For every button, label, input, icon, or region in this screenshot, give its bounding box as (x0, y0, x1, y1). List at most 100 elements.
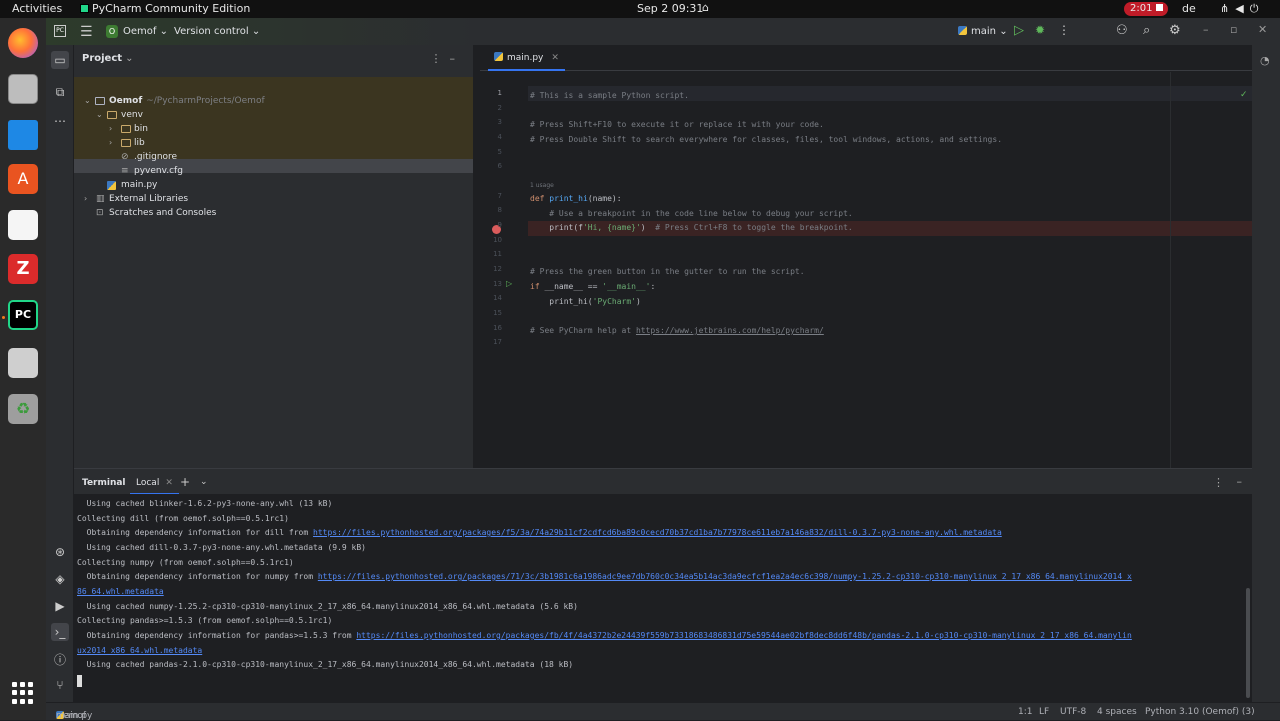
line-number-gutter[interactable]: 1 2 3 4 5 6 7 8 9 10 11 12 13 14 15 16 1… (480, 72, 528, 468)
maximize-window-icon[interactable]: ▫ (1230, 23, 1237, 36)
run-tool-icon[interactable]: ▶ (53, 599, 67, 613)
line-separator[interactable]: LF (1039, 707, 1049, 717)
hide-panel-icon[interactable]: – (450, 52, 464, 65)
more-options-icon[interactable]: ⋮ (431, 52, 450, 65)
terminal-line: Using cached blinker-1.6.2-py3-none-any.… (77, 499, 333, 508)
scratches-icon: ⊡ (96, 208, 104, 218)
files-icon[interactable] (8, 74, 38, 104)
tree-item-root[interactable]: ⌄ Oemof ~/PycharmProjects/Oemof (74, 94, 473, 108)
clock[interactable]: Sep 2 09:31 (637, 2, 703, 15)
tab-main-py[interactable]: main.py ✕ (488, 45, 565, 71)
python-file-icon (494, 52, 503, 61)
code-line: def print_hi(name): (530, 194, 622, 203)
close-tab-icon[interactable]: ✕ (165, 478, 173, 488)
file-encoding[interactable]: UTF-8 (1060, 707, 1086, 717)
dock: A Z PC ♻ (0, 18, 46, 720)
chevron-down-icon[interactable]: ⌄ (200, 477, 208, 487)
disk-icon[interactable] (8, 348, 38, 378)
settings-gear-icon[interactable]: ⚙ (1169, 23, 1181, 38)
debug-icon[interactable]: ✹ (1035, 23, 1045, 37)
run-configuration-selector[interactable]: main ⌄ (958, 26, 1008, 37)
code-token: print_hi (549, 194, 588, 203)
app-menu[interactable]: PyCharm Community Edition (80, 2, 250, 15)
pycharm-icon[interactable]: PC (8, 300, 38, 330)
tree-item-main[interactable]: main.py (74, 178, 473, 192)
tree-item-lib[interactable]: › lib (74, 136, 473, 150)
version-control-widget[interactable]: Version control ⌄ (174, 26, 260, 37)
tree-item-pyvenv[interactable]: ≡ pyvenv.cfg (74, 164, 473, 178)
layers-icon[interactable]: ◈ (53, 572, 67, 586)
libreoffice-writer-icon[interactable] (8, 120, 38, 150)
terminal-scrollbar[interactable] (1246, 588, 1250, 698)
help-link[interactable]: https://www.jetbrains.com/help/pycharm/ (636, 326, 824, 335)
more-actions-icon[interactable]: ⋮ (1058, 23, 1070, 37)
tree-label: lib (134, 138, 145, 148)
document-viewer-icon[interactable] (8, 210, 38, 240)
pycharm-small-icon (80, 4, 89, 13)
caret-position[interactable]: 1:1 (1018, 707, 1032, 717)
project-widget[interactable]: Oemof ⌄ (123, 26, 168, 37)
terminal-link[interactable]: 86_64.whl.metadata (77, 587, 164, 596)
zotero-icon[interactable]: Z (8, 254, 38, 284)
more-tools-icon[interactable]: … (53, 111, 67, 125)
code-editor[interactable]: main.py ✕ ✓ ▷ 1 2 3 4 5 6 7 8 9 10 11 12 … (480, 45, 1280, 468)
terminal-title: Terminal (82, 478, 126, 488)
line-number: 14 (493, 294, 502, 302)
tree-item-external-libraries[interactable]: › ▥ External Libraries (74, 192, 473, 206)
usage-inlay-hint[interactable]: 1 usage (530, 182, 554, 189)
terminal-tab-local[interactable]: Local ✕ (130, 469, 179, 495)
project-panel-actions: ⋮– (431, 52, 464, 65)
code-line: # Press the green button in the gutter t… (530, 267, 805, 276)
terminal-link[interactable]: ux2014_x86_64.whl.metadata (77, 646, 202, 655)
tree-item-bin[interactable]: › bin (74, 122, 473, 136)
notifications-icon[interactable]: ◔ (1260, 54, 1270, 67)
terminal-output[interactable]: Using cached blinker-1.6.2-py3-none-any.… (74, 494, 1252, 705)
project-panel-title[interactable]: Project ⌄ (82, 53, 133, 64)
ignore-file-icon: ⊘ (121, 152, 129, 162)
tree-label: main.py (121, 180, 158, 190)
vcs-label: Version control (174, 26, 249, 37)
terminal-link[interactable]: https://files.pythonhosted.org/packages/… (318, 572, 1132, 581)
project-tool-icon[interactable]: ▭ (51, 51, 69, 69)
activities-button[interactable]: Activities (12, 2, 62, 15)
trash-icon[interactable]: ♻ (8, 394, 38, 424)
line-number: 10 (493, 236, 502, 244)
terminal-link[interactable]: https://files.pythonhosted.org/packages/… (356, 631, 1131, 640)
volume-icon: ◀ (1235, 2, 1250, 15)
line-number: 6 (497, 162, 502, 170)
tree-item-scratches[interactable]: ⊡ Scratches and Consoles (74, 206, 473, 220)
line-number: 13 (493, 280, 502, 288)
terminal-link[interactable]: https://files.pythonhosted.org/packages/… (313, 528, 1002, 537)
code-token: ) (635, 297, 641, 306)
code-token: ) (640, 223, 656, 232)
keyboard-layout[interactable]: de (1182, 2, 1196, 15)
more-options-icon[interactable]: ⋮ (1213, 476, 1224, 489)
terminal-line: Obtaining dependency information for pan… (77, 631, 1132, 640)
config-file-icon: ≡ (121, 166, 129, 176)
tree-item-gitignore[interactable]: ⊘ .gitignore (74, 150, 473, 164)
terminal-tool-icon[interactable]: ›_ (51, 623, 69, 641)
search-icon[interactable]: ⌕ (1143, 23, 1150, 38)
close-window-icon[interactable]: ✕ (1258, 23, 1267, 36)
main-menu-icon[interactable]: ☰ (80, 24, 93, 40)
structure-tool-icon[interactable]: ⧉ (53, 85, 67, 99)
system-menu[interactable]: ⋔◀⏻ (1220, 2, 1264, 16)
firefox-icon[interactable] (8, 28, 38, 58)
app-center-icon[interactable]: A (8, 164, 38, 194)
minimize-window-icon[interactable]: – (1203, 23, 1209, 36)
python-interpreter[interactable]: Python 3.10 (Oemof) (3) (1145, 707, 1255, 717)
git-tool-icon[interactable]: ⑂ (53, 678, 67, 692)
new-terminal-tab-icon[interactable]: + (180, 475, 190, 489)
code-line: if __name__ == '__main__': (530, 282, 655, 291)
close-tab-icon[interactable]: ✕ (551, 53, 559, 63)
screen-recording-indicator[interactable]: 2:01 (1124, 2, 1168, 16)
code-token: print(f (530, 223, 583, 232)
hide-panel-icon[interactable]: – (1237, 475, 1243, 488)
python-packages-icon[interactable]: ⊛ (53, 545, 67, 559)
show-apps-grid-icon[interactable] (12, 682, 34, 704)
tree-item-venv[interactable]: ⌄ venv (74, 108, 473, 122)
run-icon[interactable]: ▷ (1014, 23, 1024, 38)
add-user-icon[interactable]: ⚇ (1116, 23, 1128, 38)
problems-tool-icon[interactable]: ⓘ (53, 653, 67, 667)
indent-setting[interactable]: 4 spaces (1097, 707, 1137, 717)
